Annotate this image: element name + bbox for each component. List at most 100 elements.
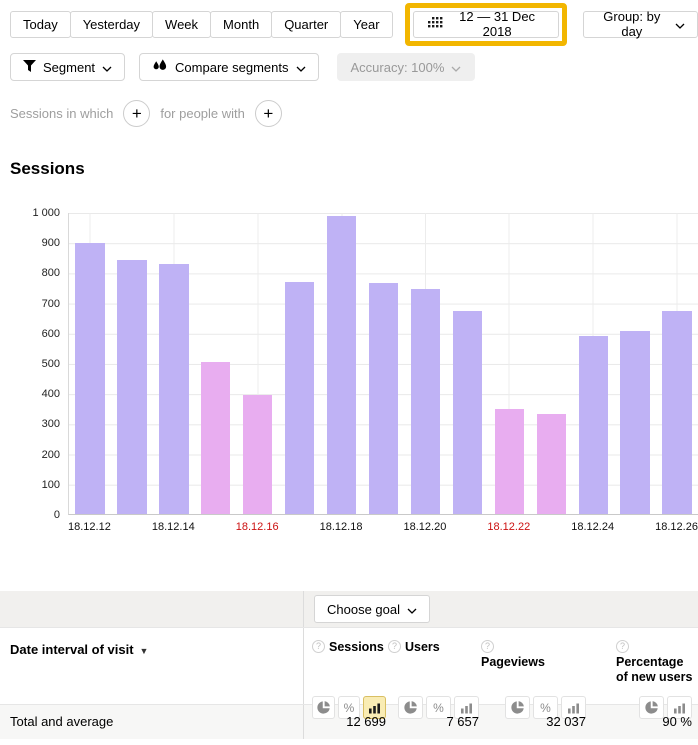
bar-18.12.17[interactable] xyxy=(285,282,314,514)
chevron-down-icon xyxy=(102,60,112,75)
droplets-icon xyxy=(152,59,168,75)
compare-segments-dropdown[interactable]: Compare segments xyxy=(139,53,318,81)
help-icon[interactable]: ? xyxy=(388,640,401,653)
bar-slot xyxy=(237,213,279,514)
y-tick-label: 200 xyxy=(0,449,60,461)
chart-title: Sessions xyxy=(10,159,698,179)
bar-18.12.15[interactable] xyxy=(201,362,230,514)
calendar-icon xyxy=(428,17,443,32)
group-by-dropdown[interactable]: Group: by day xyxy=(583,11,698,38)
y-tick-label: 700 xyxy=(0,298,60,310)
for-people-with-label: for people with xyxy=(160,106,245,121)
segment-toolbar: Segment Compare segments Accuracy: 100% xyxy=(0,50,698,84)
metrics-table: Choose goal Date interval of visit▼ ? Ses… xyxy=(0,591,698,739)
total-value-percentage-of-new-users: 90 % xyxy=(588,705,694,729)
choose-goal-dropdown[interactable]: Choose goal xyxy=(314,595,430,623)
x-tick-label: 18.12.14 xyxy=(152,521,195,533)
bar-18.12.21[interactable] xyxy=(453,311,482,514)
add-session-filter-button[interactable]: + xyxy=(123,100,150,127)
help-icon[interactable]: ? xyxy=(481,640,494,653)
add-people-filter-button[interactable]: + xyxy=(255,100,282,127)
bar-slot xyxy=(530,213,572,514)
column-header-percentage-of-new-users: ? Percentage of new users xyxy=(588,628,694,685)
x-tick-label xyxy=(362,521,403,533)
chart-plot-area xyxy=(68,213,698,515)
segment-dropdown[interactable]: Segment xyxy=(10,53,125,81)
x-tick-label: 18.12.12 xyxy=(68,521,111,533)
chart-bars xyxy=(69,213,698,514)
table-total-row: Total and average 12 6997 65732 03790 % xyxy=(0,704,698,739)
period-toolbar: TodayYesterdayWeekMonthQuarterYear 12 — … xyxy=(0,0,698,48)
help-icon[interactable]: ? xyxy=(616,640,629,653)
period-button-year[interactable]: Year xyxy=(340,11,392,38)
table-header-row: Date interval of visit▼ ? Sessions? Users?… xyxy=(0,627,698,704)
bar-18.12.16[interactable] xyxy=(243,395,272,514)
total-row-label: Total and average xyxy=(0,705,303,739)
column-label-percentage-of-new-users: Percentage of new users xyxy=(616,655,692,684)
sessions-bar-chart: 01002003004005006007008009001 000 18.12.… xyxy=(0,213,698,533)
date-range-button[interactable]: 12 — 31 Dec 2018 xyxy=(413,11,559,38)
total-value-sessions: 12 699 xyxy=(312,705,388,729)
bar-18.12.19[interactable] xyxy=(369,283,398,514)
segment-label: Segment xyxy=(43,60,95,75)
column-header-users: ? Users xyxy=(388,628,481,685)
column-label-users: Users xyxy=(405,640,440,654)
period-button-yesterday[interactable]: Yesterday xyxy=(70,11,153,38)
total-value-users: 7 657 xyxy=(388,705,481,729)
chevron-down-icon xyxy=(451,60,461,75)
sort-caret-icon: ▼ xyxy=(140,646,149,656)
group-by-label: Group: by day xyxy=(596,9,668,39)
bar-18.12.14[interactable] xyxy=(159,264,188,514)
bar-slot xyxy=(195,213,237,514)
dimension-header[interactable]: Date interval of visit▼ xyxy=(0,628,303,657)
date-range-highlight: 12 — 31 Dec 2018 xyxy=(405,3,567,46)
x-tick-label xyxy=(446,521,487,533)
period-button-week[interactable]: Week xyxy=(152,11,211,38)
column-header-sessions: ? Sessions xyxy=(312,628,388,685)
bar-slot xyxy=(446,213,488,514)
bar-18.12.18[interactable] xyxy=(327,216,356,514)
column-label-pageviews: Pageviews xyxy=(481,655,545,669)
bar-18.12.23[interactable] xyxy=(537,414,566,514)
funnel-icon xyxy=(23,60,36,75)
period-button-today[interactable]: Today xyxy=(10,11,71,38)
x-tick-label: 18.12.16 xyxy=(236,521,279,533)
bar-slot xyxy=(363,213,405,514)
x-tick-label: 18.12.24 xyxy=(571,521,614,533)
bar-18.12.22[interactable] xyxy=(495,409,524,514)
y-tick-label: 500 xyxy=(0,358,60,370)
x-tick-label xyxy=(111,521,152,533)
x-tick-label xyxy=(530,521,571,533)
bar-slot xyxy=(572,213,614,514)
bar-18.12.25[interactable] xyxy=(620,331,649,514)
help-icon[interactable]: ? xyxy=(312,640,325,653)
y-axis-labels: 01002003004005006007008009001 000 xyxy=(0,213,60,515)
bar-18.12.12[interactable] xyxy=(75,243,104,514)
y-tick-label: 100 xyxy=(0,479,60,491)
bar-slot xyxy=(656,213,698,514)
bar-18.12.24[interactable] xyxy=(579,336,608,514)
accuracy-dropdown[interactable]: Accuracy: 100% xyxy=(337,53,476,81)
bar-18.12.20[interactable] xyxy=(411,289,440,514)
period-button-month[interactable]: Month xyxy=(210,11,272,38)
bar-slot xyxy=(153,213,195,514)
choose-goal-label: Choose goal xyxy=(327,602,400,617)
bar-18.12.26[interactable] xyxy=(662,311,691,514)
x-tick-label xyxy=(279,521,320,533)
bar-slot xyxy=(321,213,363,514)
period-button-quarter[interactable]: Quarter xyxy=(271,11,341,38)
column-label-sessions: Sessions xyxy=(329,640,384,654)
x-axis-labels: 18.12.1218.12.1418.12.1618.12.1818.12.20… xyxy=(68,521,698,533)
bar-18.12.13[interactable] xyxy=(117,260,146,514)
x-tick-label: 18.12.26 xyxy=(655,521,698,533)
y-tick-label: 1 000 xyxy=(0,207,60,219)
column-header-pageviews: ? Pageviews xyxy=(481,628,588,685)
y-tick-label: 600 xyxy=(0,328,60,340)
chevron-down-icon xyxy=(296,60,306,75)
x-tick-label: 18.12.18 xyxy=(320,521,363,533)
y-tick-label: 800 xyxy=(0,267,60,279)
y-tick-label: 300 xyxy=(0,418,60,430)
bar-slot xyxy=(405,213,447,514)
x-tick-label: 18.12.22 xyxy=(487,521,530,533)
table-goal-band: Choose goal xyxy=(0,591,698,627)
